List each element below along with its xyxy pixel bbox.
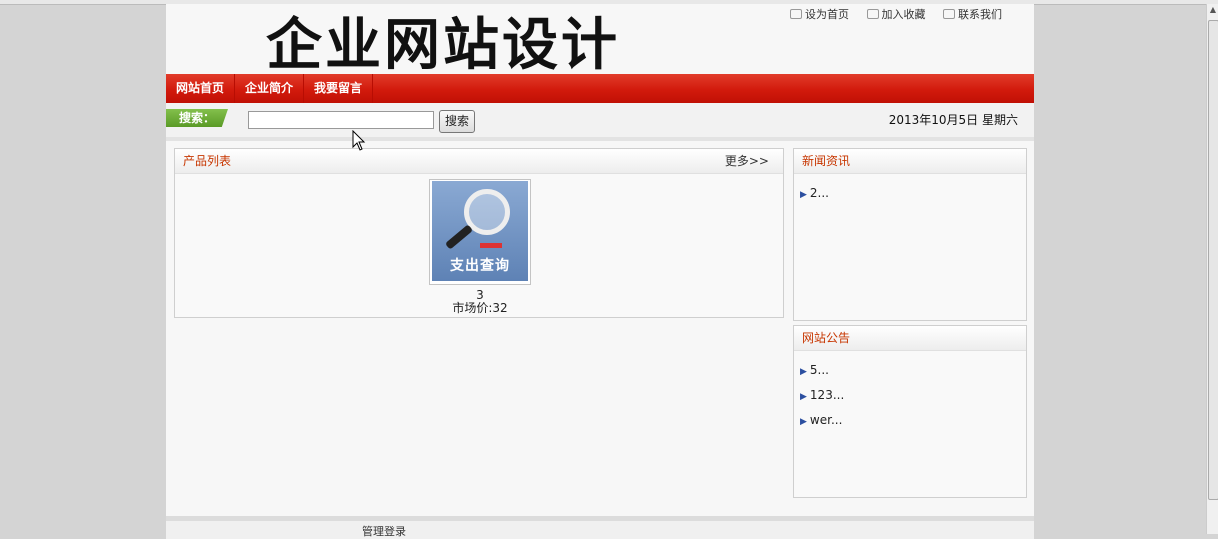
mouse-cursor-icon [352,130,366,151]
search-bar: 搜索： 搜索 2013年10月5日 星期六 [166,103,1034,141]
notice-list: ▶ 5... ▶ 123... ▶ wer... [794,351,1026,436]
news-list: ▶ 2... [794,174,1026,209]
news-title: 新闻资讯 [802,154,851,168]
search-label: 搜索： [166,109,228,127]
set-homepage-link[interactable]: 设为首页 [790,8,849,21]
bullet-icon: ▶ [800,392,807,402]
site-title: 企业网站设计 [266,13,620,78]
nav-item-home[interactable]: 网站首页 [166,74,236,103]
contact-us-link[interactable]: 联系我们 [943,8,1002,21]
header: 企业网站设计 设为首页 加入收藏 联系我们 [166,4,1034,78]
contact-icon [943,9,955,19]
product-list-header: 产品列表 更多>> [175,149,783,174]
product-list-title: 产品列表 [183,154,232,168]
scroll-thumb[interactable] [1208,20,1218,500]
contact-us-label: 联系我们 [958,8,1002,21]
notice-item[interactable]: ▶ 123... [800,386,1026,411]
notice-item[interactable]: ▶ 5... [800,361,1026,386]
magnifier-image: 支出查询 [432,181,528,281]
news-panel: 新闻资讯 ▶ 2... [793,148,1027,321]
product-price: 市场价:32 [452,301,508,315]
search-button[interactable]: 搜索 [439,110,475,133]
home-icon [790,9,802,19]
notice-item[interactable]: ▶ wer... [800,411,1026,436]
product-thumbnail[interactable]: 支出查询 [429,179,531,285]
add-favorite-link[interactable]: 加入收藏 [866,8,926,21]
notice-header: 网站公告 [794,326,1026,351]
notice-panel: 网站公告 ▶ 5... ▶ 123... ▶ wer... [793,325,1027,498]
vertical-scrollbar[interactable]: ▲ [1206,4,1218,534]
product-item: 支出查询 3 市场价:32 [429,179,531,315]
notice-item-text: 123... [809,388,845,402]
news-item[interactable]: ▶ 2... [800,184,1026,209]
favorite-icon [866,9,879,19]
product-image-caption: 支出查询 [450,258,510,274]
set-homepage-label: 设为首页 [805,8,849,21]
search-input[interactable] [248,111,434,129]
current-date: 2013年10月5日 星期六 [888,113,1018,127]
main-nav: 网站首页 企业简介 我要留言 [166,74,1034,103]
add-favorite-label: 加入收藏 [881,8,926,21]
news-item-text: 2... [809,186,829,200]
footer: 管理登录 [166,516,1034,539]
nav-item-message[interactable]: 我要留言 [304,74,374,103]
bullet-icon: ▶ [800,417,807,427]
admin-login-link[interactable]: 管理登录 [362,523,406,539]
bullet-icon: ▶ [800,190,807,200]
product-list-panel: 产品列表 更多>> 支出查询 3 市场价:32 [174,148,784,318]
top-links: 设为首页 加入收藏 联系我们 [790,6,1016,22]
more-products-link[interactable]: 更多>> [725,149,769,173]
scroll-up-icon[interactable]: ▲ [1208,5,1218,17]
page-container: 企业网站设计 设为首页 加入收藏 联系我们 网站首页 企业简介 我要留言 搜索：… [166,4,1034,539]
bullet-icon: ▶ [800,367,807,377]
notice-item-text: wer... [809,413,843,427]
news-header: 新闻资讯 [794,149,1026,174]
notice-title: 网站公告 [802,331,851,345]
notice-item-text: 5... [809,363,829,377]
nav-item-about[interactable]: 企业简介 [235,74,305,103]
magnifier-handle-icon [444,224,474,250]
minus-icon [480,243,502,248]
